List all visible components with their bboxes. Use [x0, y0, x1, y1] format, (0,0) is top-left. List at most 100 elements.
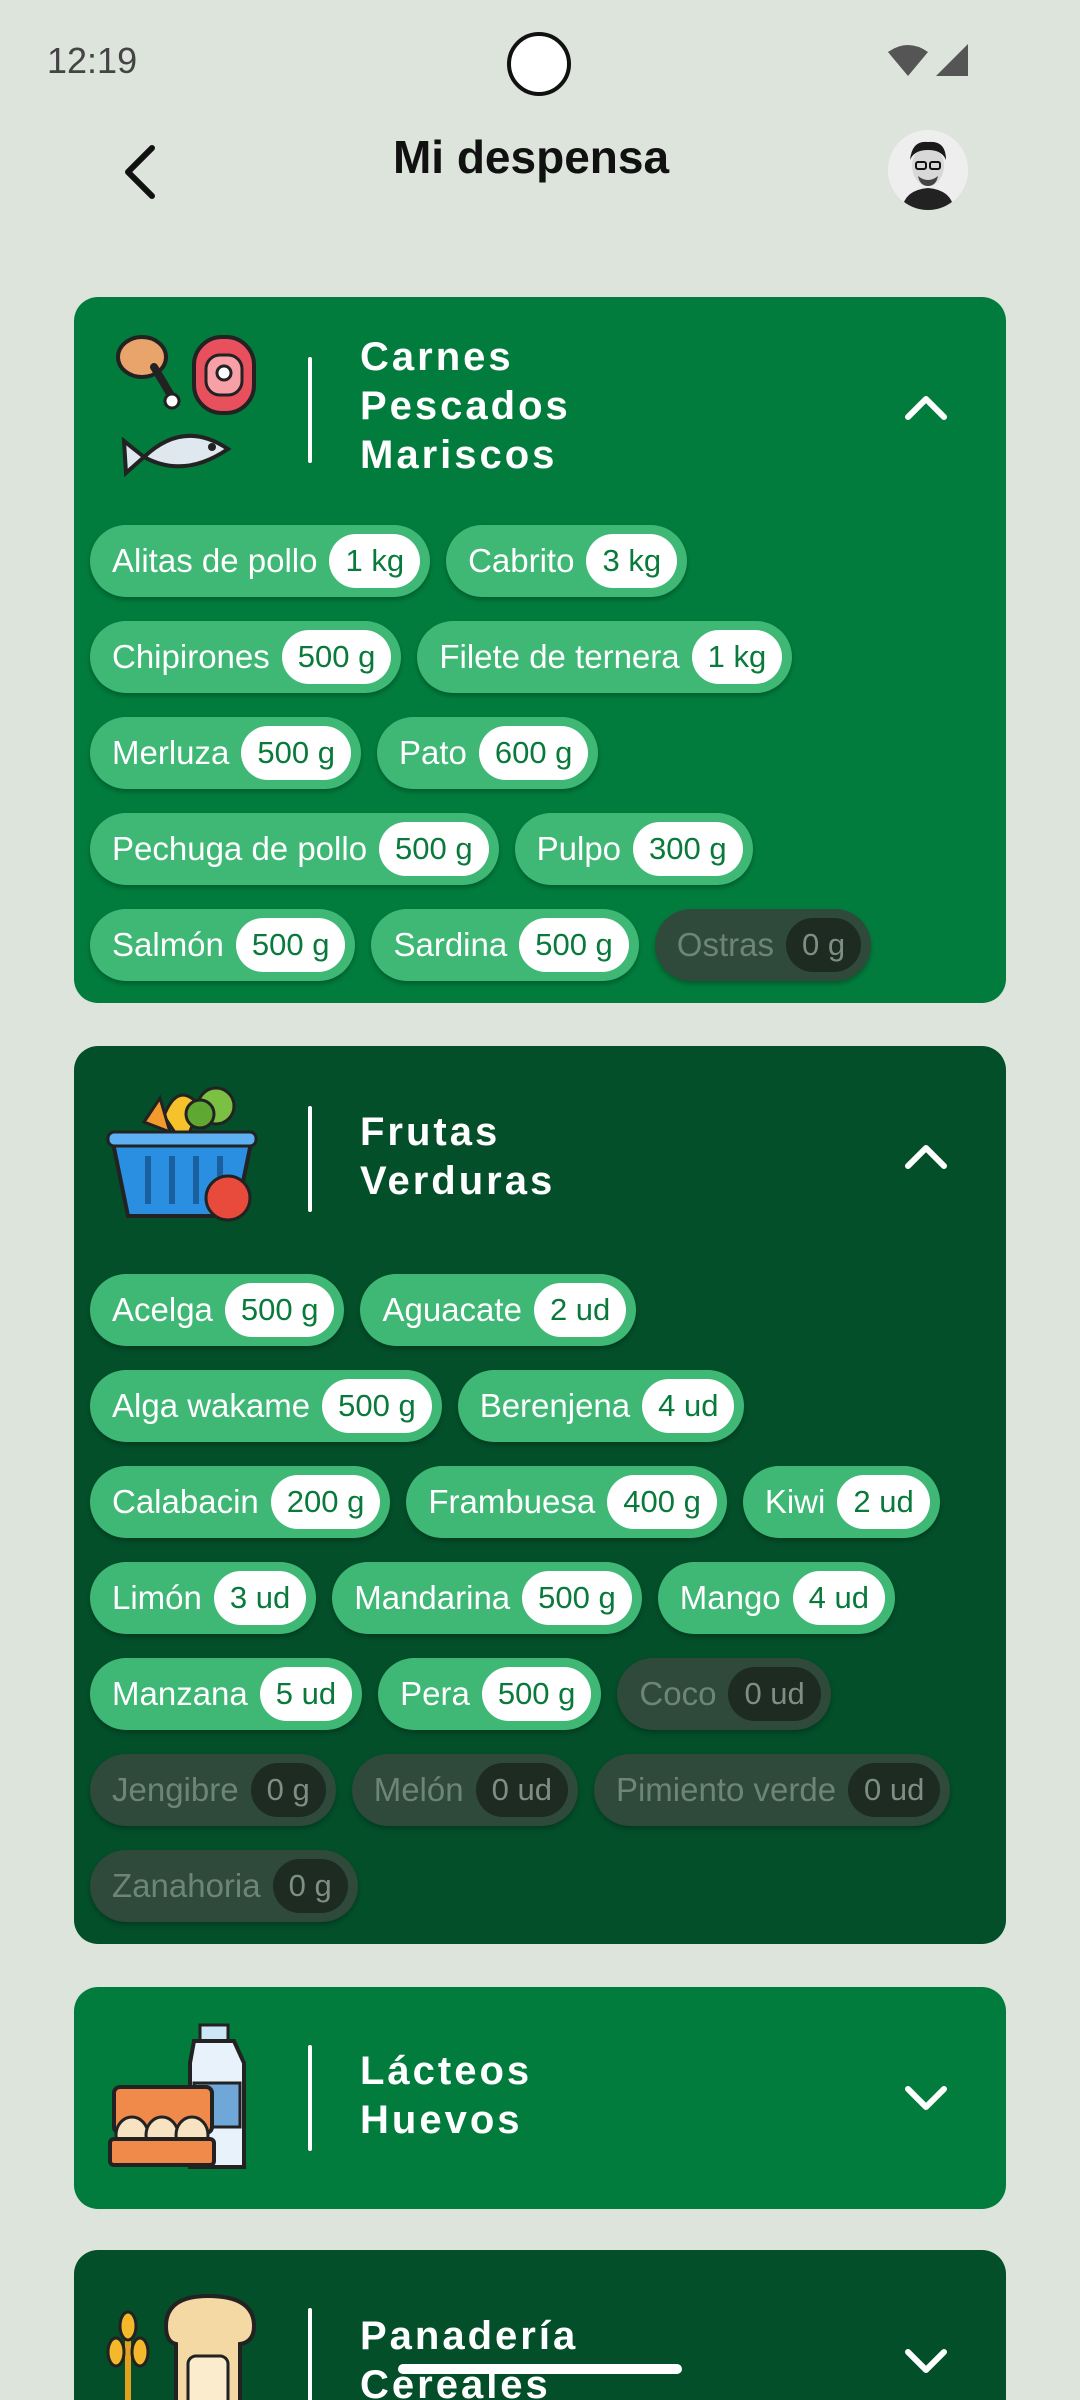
pantry-item-chip[interactable]: Sardina 500 g — [371, 909, 639, 981]
item-quantity-badge: 1 kg — [329, 534, 421, 588]
collapse-button[interactable] — [896, 377, 956, 437]
item-name: Alga wakame — [112, 1387, 311, 1424]
header-divider — [308, 1106, 312, 1212]
pantry-item-chip[interactable]: Pechuga de pollo 500 g — [90, 813, 499, 885]
category-header[interactable]: Carnes Pescados Mariscos — [74, 297, 1006, 497]
pantry-item-chip[interactable]: Mandarina 500 g — [332, 1562, 642, 1634]
chevron-up-icon — [905, 396, 947, 420]
item-name: Mandarina — [354, 1579, 511, 1616]
pantry-item-chip[interactable]: Kiwi 2 ud — [742, 1466, 940, 1538]
item-chip-list: Alitas de pollo 1 kg Cabrito 3 kg Chipirones… — [90, 525, 990, 981]
header-divider — [308, 357, 312, 463]
pantry-item-chip[interactable]: Manzana 5 ud — [90, 1658, 363, 1730]
pantry-item-chip[interactable]: Calabacin 200 g — [90, 1466, 391, 1538]
item-quantity-badge: 500 g — [522, 1571, 632, 1625]
pantry-item-chip[interactable]: Cabrito 3 kg — [446, 525, 688, 597]
item-quantity-badge: 500 g — [519, 918, 629, 972]
category-title-line: Mariscos — [360, 433, 558, 477]
item-quantity-badge: 500 g — [322, 1379, 432, 1433]
pantry-item-chip[interactable]: Limón 3 ud — [90, 1562, 317, 1634]
item-quantity-badge: 500 g — [481, 1667, 592, 1721]
item-quantity-badge: 500 g — [224, 1283, 335, 1337]
chevron-up-icon — [905, 1145, 947, 1169]
pantry-item-chip[interactable]: Salmón 500 g — [90, 909, 356, 981]
category-title: Lácteos Huevos — [360, 2047, 532, 2145]
item-name: Merluza — [112, 734, 230, 771]
pantry-item-chip[interactable]: Frambuesa 400 g — [406, 1466, 727, 1538]
category-title-line: Pescados — [360, 384, 571, 428]
status-icons — [888, 44, 968, 76]
pantry-item-chip[interactable]: Pato 600 g — [376, 717, 599, 789]
expand-button[interactable] — [896, 2332, 956, 2392]
item-name: Cabrito — [468, 542, 575, 579]
item-name: Calabacin — [112, 1483, 259, 1520]
pantry-item-chip[interactable]: Merluza 500 g — [90, 717, 361, 789]
category-title-line: Huevos — [360, 2098, 523, 2142]
pantry-item-chip[interactable]: Alitas de pollo 1 kg — [90, 525, 431, 597]
item-quantity-badge: 0 ud — [475, 1763, 568, 1817]
header-divider — [308, 2045, 312, 2151]
item-quantity-badge: 0 g — [785, 918, 862, 972]
pantry-item-chip[interactable]: Berenjena 4 ud — [457, 1370, 745, 1442]
signal-icon — [936, 44, 968, 76]
category-card-panaderia[interactable]: Panadería Cereales — [74, 2250, 1006, 2400]
item-name: Chipirones — [112, 638, 270, 675]
category-header[interactable]: Lácteos Huevos — [74, 1987, 1006, 2187]
item-name: Ostras — [676, 926, 774, 963]
category-header[interactable]: Frutas Verduras — [74, 1046, 1006, 1246]
status-bar: 12:19 — [0, 0, 1080, 120]
item-chip-list: Acelga 500 g Aguacate 2 ud Alga wakame 500 g B… — [90, 1274, 990, 1922]
pantry-item-chip[interactable]: Chipirones 500 g — [90, 621, 402, 693]
item-quantity-badge: 400 g — [607, 1475, 717, 1529]
pantry-item-chip[interactable]: Zanahoria 0 g — [90, 1850, 358, 1922]
category-card-carnes: Carnes Pescados Mariscos Alitas de pollo… — [74, 297, 1006, 1003]
pantry-item-chip[interactable]: Pera 500 g — [378, 1658, 602, 1730]
dairy-eggs-icon — [108, 2023, 246, 2169]
category-title-line: Verduras — [360, 1159, 556, 1203]
item-name: Frambuesa — [428, 1483, 596, 1520]
item-name: Acelga — [112, 1291, 213, 1328]
pantry-item-chip[interactable]: Pulpo 300 g — [514, 813, 753, 885]
item-quantity-badge: 0 g — [250, 1763, 326, 1817]
pantry-item-chip[interactable]: Coco 0 ud — [617, 1658, 831, 1730]
meat-fish-icon — [116, 335, 256, 478]
pantry-item-chip[interactable]: Mango 4 ud — [657, 1562, 895, 1634]
home-indicator[interactable] — [398, 2364, 682, 2374]
pantry-item-chip[interactable]: Aguacate 2 ud — [360, 1274, 637, 1346]
item-quantity-badge: 2 ud — [837, 1475, 930, 1529]
pantry-item-chip[interactable]: Jengibre 0 g — [90, 1754, 336, 1826]
profile-photo-icon — [888, 130, 968, 210]
pantry-item-chip[interactable]: Melón 0 ud — [351, 1754, 578, 1826]
item-name: Jengibre — [112, 1771, 239, 1808]
collapse-button[interactable] — [896, 1126, 956, 1186]
pantry-item-chip[interactable]: Filete de ternera 1 kg — [417, 621, 793, 693]
pantry-item-chip[interactable]: Alga wakame 500 g — [90, 1370, 442, 1442]
expand-button[interactable] — [896, 2069, 956, 2129]
chevron-down-icon — [905, 2086, 947, 2110]
category-title-line: Panadería — [360, 2314, 579, 2358]
category-card-lacteos[interactable]: Lácteos Huevos — [74, 1987, 1006, 2209]
item-name: Filete de ternera — [439, 638, 680, 675]
wifi-icon — [888, 45, 928, 76]
item-name: Manzana — [112, 1675, 248, 1712]
item-quantity-badge: 5 ud — [259, 1667, 353, 1721]
item-name: Pera — [400, 1675, 470, 1712]
item-quantity-badge: 1 kg — [691, 630, 783, 684]
item-name: Mango — [679, 1579, 781, 1616]
category-header[interactable]: Panadería Cereales — [74, 2250, 1006, 2400]
status-time: 12:19 — [47, 40, 138, 81]
item-name: Kiwi — [764, 1483, 826, 1520]
pantry-item-chip[interactable]: Ostras 0 g — [654, 909, 872, 981]
chevron-down-icon — [905, 2349, 947, 2373]
pantry-item-chip[interactable]: Acelga 500 g — [90, 1274, 345, 1346]
item-quantity-badge: 2 ud — [533, 1283, 627, 1337]
item-name: Alitas de pollo — [112, 542, 318, 579]
item-quantity-badge: 500 g — [281, 630, 392, 684]
pantry-item-chip[interactable]: Pimiento verde 0 ud — [593, 1754, 951, 1826]
item-name: Pulpo — [536, 830, 622, 867]
item-quantity-badge: 4 ud — [792, 1571, 885, 1625]
avatar[interactable] — [888, 130, 968, 210]
item-name: Limón — [112, 1579, 202, 1616]
item-name: Melón — [373, 1771, 464, 1808]
item-quantity-badge: 300 g — [633, 822, 743, 876]
